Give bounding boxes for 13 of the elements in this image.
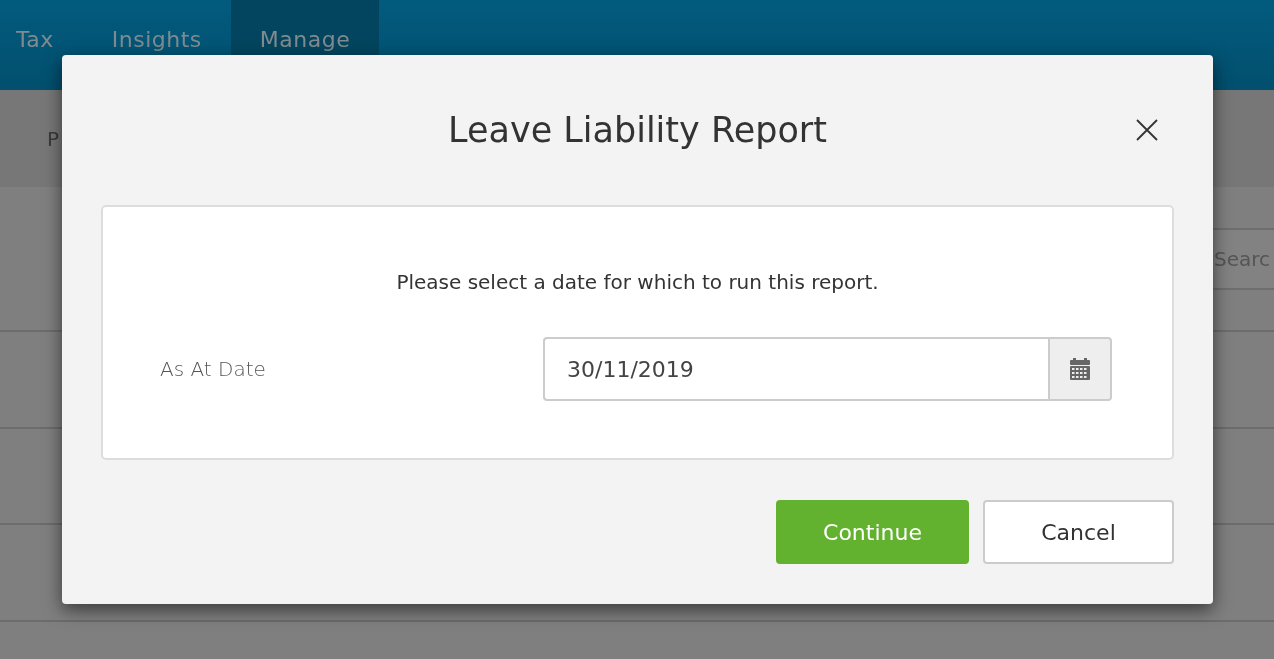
dialog-title: Leave Liability Report [448, 109, 827, 152]
calendar-icon [1070, 358, 1090, 380]
continue-button[interactable]: Continue [776, 500, 969, 564]
field-label: As At Date [160, 357, 266, 381]
calendar-button[interactable] [1048, 337, 1112, 401]
instruction-text: Please select a date for which to run this report. [396, 269, 879, 296]
nav-tab[interactable]: Insights [82, 0, 231, 55]
date-input[interactable]: 30/11/2019 [543, 337, 1048, 401]
nav-tab[interactable]: Tax [0, 0, 83, 55]
nav-tab[interactable]: Manage [230, 0, 380, 55]
page-heading: P [47, 125, 60, 153]
close-icon[interactable] [1136, 119, 1158, 141]
cancel-button[interactable]: Cancel [983, 500, 1174, 564]
